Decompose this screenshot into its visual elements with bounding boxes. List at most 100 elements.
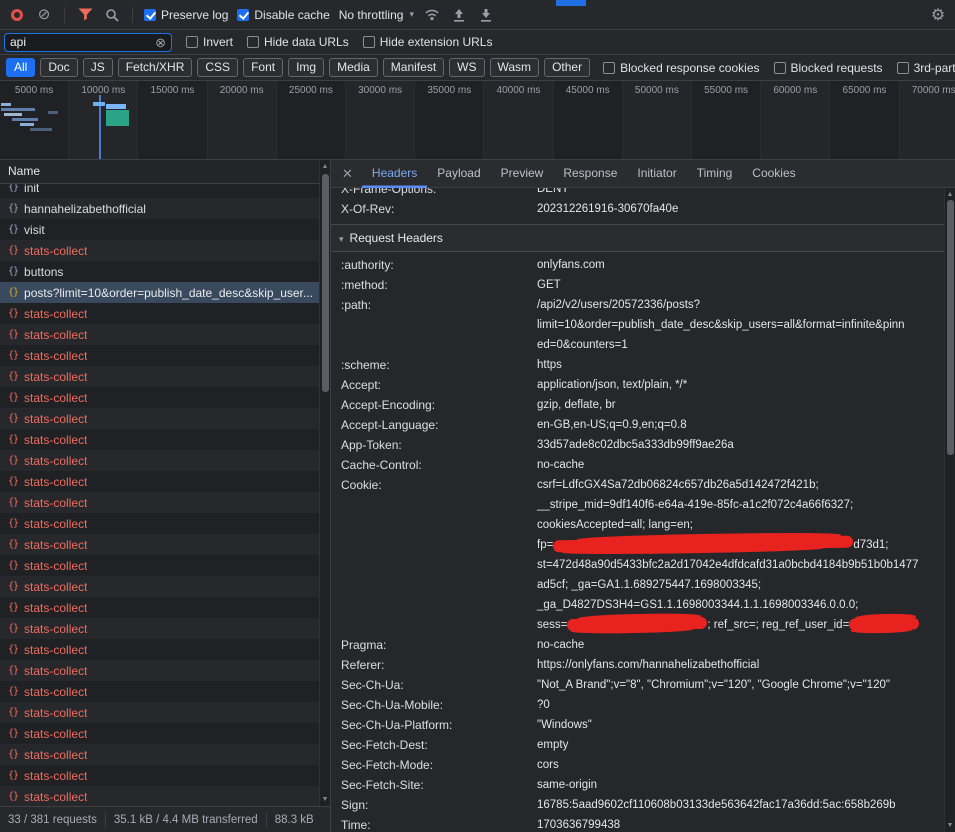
request-name: stats-collect: [24, 496, 87, 510]
request-row[interactable]: {}stats-collect: [0, 429, 319, 450]
request-row[interactable]: {}stats-collect: [0, 492, 319, 513]
header-row: Sec-Ch-Ua-Mobile:?0: [331, 695, 944, 715]
json-file-icon: {}: [8, 770, 18, 781]
invert-checkbox[interactable]: Invert: [186, 35, 233, 49]
clear-filter-icon[interactable]: ⊗: [155, 36, 166, 49]
request-row[interactable]: {}stats-collect: [0, 534, 319, 555]
type-filter-media[interactable]: Media: [329, 58, 378, 77]
request-row[interactable]: {}stats-collect: [0, 408, 319, 429]
filter-input[interactable]: api ⊗: [4, 33, 172, 52]
request-row[interactable]: {}stats-collect: [0, 639, 319, 660]
request-row[interactable]: {}buttons: [0, 261, 319, 282]
request-row[interactable]: {}stats-collect: [0, 450, 319, 471]
header-name: Accept:: [341, 375, 537, 395]
filter-funnel-icon[interactable]: [76, 6, 94, 24]
request-row[interactable]: {}posts?limit=10&order=publish_date_desc…: [0, 282, 319, 303]
checkbox-unchecked-icon: [363, 36, 375, 48]
request-headers-section-header[interactable]: ▾ Request Headers: [331, 224, 944, 252]
network-conditions-icon[interactable]: [423, 6, 441, 24]
filter-checkbox-blocked-response-cookies[interactable]: Blocked response cookies: [603, 61, 759, 75]
scroll-up-icon[interactable]: ▲: [320, 163, 330, 170]
hide-extension-urls-checkbox[interactable]: Hide extension URLs: [363, 35, 493, 49]
timeline-tick-label: 30000 ms: [346, 85, 414, 96]
hide-data-urls-checkbox[interactable]: Hide data URLs: [247, 35, 349, 49]
close-icon[interactable]: ✕: [331, 166, 362, 182]
type-filter-img[interactable]: Img: [288, 58, 324, 77]
redaction-scribble: [553, 536, 853, 553]
request-name: buttons: [24, 265, 63, 279]
scroll-down-icon[interactable]: ▼: [945, 822, 955, 829]
timeline-overview[interactable]: 5000 ms10000 ms15000 ms20000 ms25000 ms3…: [0, 81, 955, 160]
tab-cookies[interactable]: Cookies: [742, 160, 805, 188]
tab-preview[interactable]: Preview: [491, 160, 554, 188]
triangle-down-icon: ▾: [339, 234, 344, 244]
request-row[interactable]: {}stats-collect: [0, 744, 319, 765]
filter-value: api: [10, 35, 151, 49]
type-filter-font[interactable]: Font: [243, 58, 283, 77]
type-filter-wasm[interactable]: Wasm: [490, 58, 540, 77]
request-row[interactable]: {}stats-collect: [0, 765, 319, 786]
tab-timing[interactable]: Timing: [687, 160, 743, 188]
header-value: 16785:5aad9602cf110608b03133de563642fac1…: [537, 795, 944, 815]
header-value-line: sess=; ref_src=; reg_ref_user_id=: [537, 615, 944, 635]
waterfall-bar: [93, 102, 105, 106]
type-filter-fetch-xhr[interactable]: Fetch/XHR: [118, 58, 193, 77]
request-row[interactable]: {}stats-collect: [0, 471, 319, 492]
settings-gear-icon[interactable]: ⚙: [929, 6, 947, 24]
request-row[interactable]: {}stats-collect: [0, 702, 319, 723]
type-filter-css[interactable]: CSS: [197, 58, 238, 77]
tab-initiator[interactable]: Initiator: [627, 160, 686, 188]
request-row[interactable]: {}visit: [0, 219, 319, 240]
name-column-header[interactable]: Name: [0, 160, 330, 184]
tab-payload[interactable]: Payload: [427, 160, 490, 188]
checkbox-label: Blocked requests: [791, 61, 883, 75]
request-row[interactable]: {}stats-collect: [0, 597, 319, 618]
value-text: d73d1;: [853, 539, 888, 551]
disable-cache-checkbox[interactable]: Disable cache: [237, 8, 329, 22]
export-har-icon[interactable]: [477, 6, 495, 24]
request-row[interactable]: {}stats-collect: [0, 618, 319, 639]
request-row[interactable]: {}stats-collect: [0, 681, 319, 702]
details-scrollbar[interactable]: ▲ ▼: [944, 188, 955, 832]
request-row[interactable]: {}stats-collect: [0, 513, 319, 534]
request-row[interactable]: {}stats-collect: [0, 786, 319, 806]
request-row[interactable]: {}stats-collect: [0, 387, 319, 408]
clear-network-log-icon[interactable]: ⊘: [35, 6, 53, 24]
request-row[interactable]: {}stats-collect: [0, 345, 319, 366]
request-row[interactable]: {}init: [0, 184, 319, 198]
request-row[interactable]: {}stats-collect: [0, 240, 319, 261]
filter-checkbox-3rd-party-requests[interactable]: 3rd-party requests: [897, 61, 955, 75]
request-row[interactable]: {}stats-collect: [0, 303, 319, 324]
scroll-down-icon[interactable]: ▼: [320, 796, 330, 803]
request-row[interactable]: {}stats-collect: [0, 324, 319, 345]
throttling-select[interactable]: No throttling ▾: [339, 8, 414, 22]
tab-headers[interactable]: Headers: [362, 160, 427, 188]
request-row[interactable]: {}stats-collect: [0, 723, 319, 744]
type-filter-ws[interactable]: WS: [449, 58, 484, 77]
filter-checkbox-blocked-requests[interactable]: Blocked requests: [774, 61, 883, 75]
type-filter-other[interactable]: Other: [544, 58, 590, 77]
scrollbar-thumb[interactable]: [322, 174, 329, 392]
request-row[interactable]: {}stats-collect: [0, 555, 319, 576]
request-row[interactable]: {}stats-collect: [0, 366, 319, 387]
import-har-icon[interactable]: [450, 6, 468, 24]
requests-scrollbar[interactable]: ▲ ▼: [319, 160, 330, 806]
scroll-up-icon[interactable]: ▲: [945, 191, 955, 198]
header-value: 33d57ade8c02dbc5a333db99ff9ae26a: [537, 435, 944, 455]
type-filter-js[interactable]: JS: [83, 58, 113, 77]
record-icon[interactable]: [8, 6, 26, 24]
tab-response[interactable]: Response: [553, 160, 627, 188]
request-name: stats-collect: [24, 685, 87, 699]
section-title: Request Headers: [350, 231, 443, 245]
scrollbar-thumb[interactable]: [947, 200, 954, 455]
type-filter-manifest[interactable]: Manifest: [383, 58, 444, 77]
request-row[interactable]: {}stats-collect: [0, 576, 319, 597]
timeline-column: 30000 ms: [346, 81, 415, 159]
request-row[interactable]: {}hannahelizabethofficial: [0, 198, 319, 219]
preserve-log-checkbox[interactable]: Preserve log: [144, 8, 228, 22]
request-row[interactable]: {}stats-collect: [0, 660, 319, 681]
search-icon[interactable]: [103, 6, 121, 24]
type-filter-doc[interactable]: Doc: [40, 58, 77, 77]
type-filter-all[interactable]: All: [6, 58, 35, 77]
header-row: Sec-Ch-Ua:"Not_A Brand";v="8", "Chromium…: [331, 675, 944, 695]
